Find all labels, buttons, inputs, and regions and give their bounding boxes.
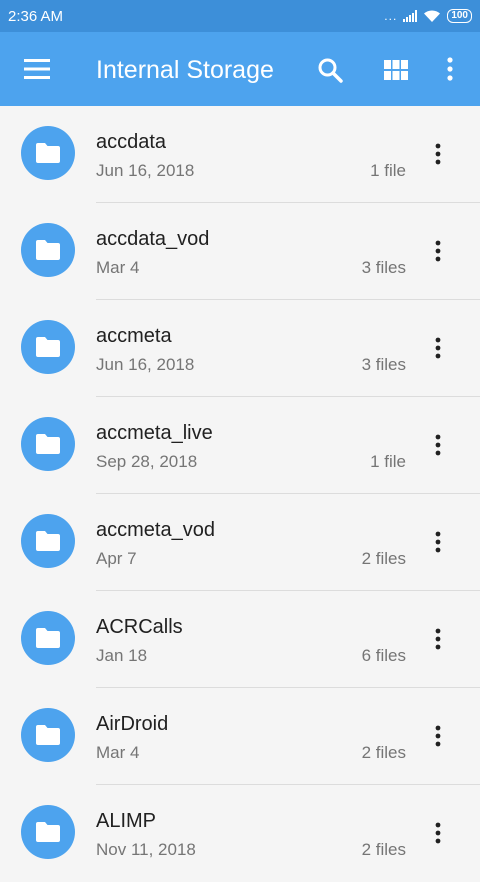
file-count: 2 files (361, 549, 406, 568)
status-bar: 2:36 AM ... 100 (0, 0, 480, 32)
file-row[interactable]: accmeta_live Sep 28, 2018 1 file (0, 397, 480, 494)
folder-icon (21, 708, 75, 762)
file-count: 1 file (370, 161, 406, 180)
item-more-icon[interactable] (428, 239, 448, 263)
file-date: Sep 28, 2018 (96, 452, 198, 471)
file-date: Jun 16, 2018 (96, 355, 195, 374)
file-date: Jan 18 (96, 646, 148, 665)
more-options-icon[interactable] (444, 56, 456, 82)
file-name: accdata_vod (96, 228, 210, 250)
folder-icon (21, 805, 75, 859)
file-name: accmeta_live (96, 422, 213, 444)
file-name: AirDroid (96, 713, 169, 735)
file-date: Jun 16, 2018 (96, 161, 195, 180)
grid-view-icon[interactable] (383, 57, 409, 83)
file-row[interactable]: accdata Jun 16, 2018 1 file (0, 106, 480, 203)
signal-dots: ... (384, 9, 398, 23)
file-date: Apr 7 (96, 549, 137, 568)
file-date: Mar 4 (96, 743, 140, 762)
status-time: 2:36 AM (8, 7, 64, 25)
folder-icon (21, 223, 75, 277)
file-date: Mar 4 (96, 258, 140, 277)
menu-icon[interactable] (24, 58, 50, 80)
item-more-icon[interactable] (428, 433, 448, 457)
folder-icon (21, 417, 75, 471)
file-count: 6 files (361, 646, 406, 665)
file-count: 2 files (361, 840, 406, 859)
file-row[interactable]: accdata_vod Mar 4 3 files (0, 203, 480, 300)
item-more-icon[interactable] (428, 336, 448, 360)
item-more-icon[interactable] (428, 627, 448, 651)
item-more-icon[interactable] (428, 821, 448, 845)
file-row[interactable]: AirDroid Mar 4 2 files (0, 688, 480, 785)
file-name: accmeta (96, 325, 172, 347)
file-row[interactable]: ALIMP Nov 11, 2018 2 files (0, 785, 480, 882)
file-name: ACRCalls (96, 616, 183, 638)
item-more-icon[interactable] (428, 724, 448, 748)
wifi-icon (424, 10, 441, 22)
page-title: Internal Storage (96, 56, 274, 84)
search-icon[interactable] (317, 57, 343, 83)
file-row[interactable]: accmeta_vod Apr 7 2 files (0, 494, 480, 591)
file-date: Nov 11, 2018 (96, 840, 196, 859)
file-row[interactable]: ACRCalls Jan 18 6 files (0, 591, 480, 688)
item-more-icon[interactable] (428, 142, 448, 166)
folder-icon (21, 611, 75, 665)
file-count: 3 files (361, 355, 406, 374)
file-count: 3 files (361, 258, 406, 277)
file-list: accdata Jun 16, 2018 1 file accdata_vod … (0, 106, 480, 882)
file-name: accdata (96, 131, 167, 153)
signal-strength-icon (403, 10, 418, 22)
file-count: 1 file (370, 452, 406, 471)
folder-icon (21, 320, 75, 374)
battery-icon: 100 (447, 9, 472, 23)
folder-icon (21, 514, 75, 568)
item-more-icon[interactable] (428, 530, 448, 554)
folder-icon (21, 126, 75, 180)
file-name: ALIMP (96, 810, 157, 832)
file-row[interactable]: accmeta Jun 16, 2018 3 files (0, 300, 480, 397)
file-name: accmeta_vod (96, 519, 215, 541)
file-count: 2 files (361, 743, 406, 762)
status-icons: ... 100 (384, 9, 472, 23)
